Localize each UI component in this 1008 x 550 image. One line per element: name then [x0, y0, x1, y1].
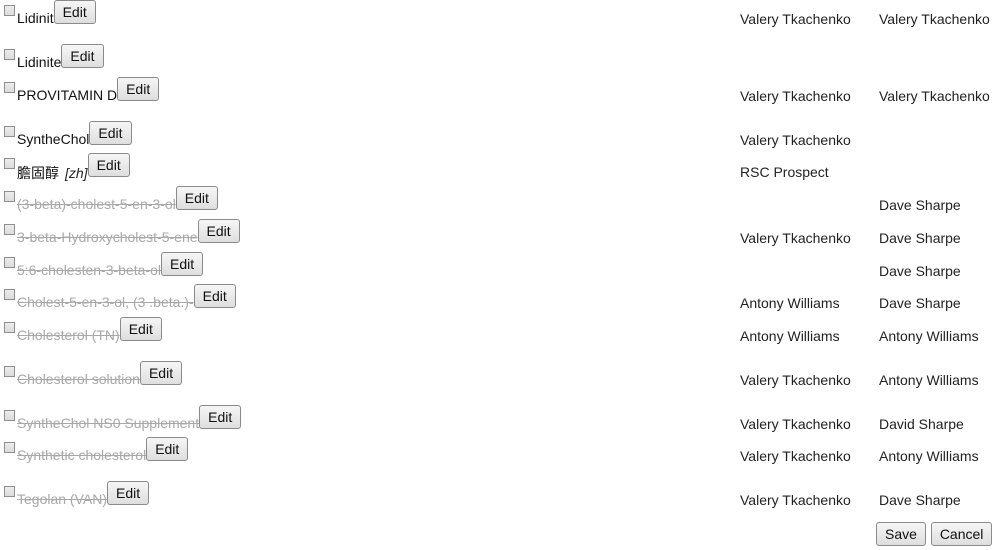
synonym-row: 膽固醇 [zh] Edit RSC Prospect	[2, 153, 999, 190]
synonym-name: Lidinit	[17, 10, 54, 26]
synonym-name: 3-beta-Hydroxycholest-5-ene	[17, 229, 198, 245]
approver-cell	[879, 157, 999, 190]
synonym-name-cell: (3-beta)-cholest-5-en-3-ol Edit	[2, 186, 740, 223]
approver-cell: Antony Williams	[879, 328, 979, 344]
curator-cell: Antony Williams	[740, 328, 840, 344]
approver-cell: Dave Sharpe	[879, 197, 961, 213]
synonym-row: 5:6-cholesten-3-beta-ol Edit Dave Sharpe	[2, 252, 999, 288]
synonym-checkbox[interactable]	[4, 366, 15, 377]
synonym-name-cell: 3-beta-Hydroxycholest-5-ene Edit	[2, 219, 740, 256]
curator-cell	[740, 190, 879, 223]
edit-button[interactable]: Edit	[61, 44, 104, 68]
edit-button[interactable]: Edit	[89, 121, 132, 145]
curator-cell: Valery Tkachenko	[740, 132, 851, 148]
curator-cell: Valery Tkachenko	[740, 11, 851, 27]
curator-cell: Valery Tkachenko	[740, 372, 851, 388]
curator-cell: Valery Tkachenko	[740, 416, 851, 432]
synonym-name: SyntheChol	[17, 131, 90, 147]
curator-cell: Valery Tkachenko	[740, 230, 851, 246]
synonym-name-cell: Lidinit Edit	[2, 0, 740, 48]
synonym-name: (3-beta)-cholest-5-en-3-ol	[17, 196, 176, 212]
approver-cell: Antony Williams	[879, 372, 979, 388]
edit-button[interactable]: Edit	[197, 219, 240, 243]
curator-cell: Antony Williams	[740, 295, 840, 311]
edit-button[interactable]: Edit	[87, 153, 130, 177]
synonym-checkbox[interactable]	[4, 224, 15, 235]
synonym-name: Cholesterol solution	[17, 371, 140, 387]
synonym-name-cell: Cholest-5-en-3-ol, (3 .beta.)- Edit	[2, 284, 740, 321]
synonym-name-cell: Tegolan (VAN) Edit	[2, 481, 740, 515]
synonym-name: Cholesterol (TN)	[17, 327, 120, 343]
synonym-checkbox[interactable]	[4, 289, 15, 300]
synonym-row: (3-beta)-cholest-5-en-3-ol Edit Dave Shar…	[2, 186, 999, 223]
edit-button[interactable]: Edit	[117, 77, 160, 101]
curator-cell: Valery Tkachenko	[740, 448, 851, 464]
synonym-checkbox[interactable]	[4, 322, 15, 333]
curator-cell: RSC Prospect	[740, 164, 829, 180]
synonym-name-cell: Synthetic cholesterol Edit	[2, 437, 740, 485]
save-button[interactable]: Save	[876, 522, 926, 546]
synonym-checkbox[interactable]	[4, 257, 15, 268]
synonym-name-cell: Cholesterol solution Edit	[2, 361, 740, 409]
synonym-row: Tegolan (VAN) Edit Valery Tkachenko Dave …	[2, 481, 999, 515]
synonym-name-cell: Lidinite Edit	[2, 44, 740, 81]
edit-button[interactable]: Edit	[199, 405, 242, 429]
approver-cell	[879, 48, 999, 81]
synonym-row: 3-beta-Hydroxycholest-5-ene Edit Valery T…	[2, 219, 999, 256]
edit-button[interactable]: Edit	[175, 186, 218, 210]
curator-cell	[740, 48, 879, 81]
synonym-checkbox[interactable]	[4, 410, 15, 421]
synonym-name: Tegolan (VAN)	[17, 491, 108, 507]
synonym-row: SyntheChol Edit Valery Tkachenko	[2, 121, 999, 157]
edit-button[interactable]: Edit	[53, 0, 96, 24]
synonym-checkbox[interactable]	[4, 49, 15, 60]
synonym-name: 5:6-cholesten-3-beta-ol	[17, 262, 161, 278]
synonym-checkbox[interactable]	[4, 442, 15, 453]
approver-cell: Dave Sharpe	[879, 230, 961, 246]
edit-button[interactable]: Edit	[146, 437, 189, 461]
synonym-name-cell: SyntheChol NS0 Supplement Edit	[2, 405, 740, 441]
synonym-name-cell: 膽固醇 [zh] Edit	[2, 153, 740, 190]
curator-cell: Valery Tkachenko	[740, 88, 851, 104]
synonym-checkbox[interactable]	[4, 486, 15, 497]
approver-cell: Antony Williams	[879, 448, 979, 464]
synonym-checkbox[interactable]	[4, 158, 15, 169]
synonym-row: Lidinit Edit Valery Tkachenko Valery Tkac…	[2, 0, 999, 48]
synonym-row: Cholesterol (TN) Edit Antony Williams Ant…	[2, 317, 999, 365]
curator-cell	[740, 256, 879, 288]
synonym-name: Cholest-5-en-3-ol, (3 .beta.)-	[17, 294, 194, 310]
synonym-name: PROVITAMIN D	[17, 87, 118, 103]
language-tag: [zh]	[65, 165, 88, 181]
synonym-checkbox[interactable]	[4, 126, 15, 137]
approver-cell: Dave Sharpe	[879, 492, 961, 508]
synonym-name-cell: Cholesterol (TN) Edit	[2, 317, 740, 365]
approver-cell: David Sharpe	[879, 416, 964, 432]
edit-button[interactable]: Edit	[139, 361, 183, 385]
synonym-checkbox[interactable]	[4, 82, 15, 93]
synonym-name-cell: 5:6-cholesten-3-beta-ol Edit	[2, 252, 740, 288]
synonym-row: PROVITAMIN D Edit Valery Tkachenko Valery…	[2, 77, 999, 125]
approver-cell: Dave Sharpe	[879, 263, 961, 279]
edit-button[interactable]: Edit	[119, 317, 162, 341]
approver-cell	[879, 125, 999, 157]
approver-cell: Valery Tkachenko	[879, 11, 990, 27]
synonym-name: 膽固醇	[17, 165, 59, 181]
edit-button[interactable]: Edit	[107, 481, 150, 505]
synonym-name: Synthetic cholesterol	[17, 447, 147, 463]
synonym-name: SyntheChol NS0 Supplement	[17, 415, 200, 431]
synonyms-table: Lidinit Edit Valery Tkachenko Valery Tkac…	[2, 0, 999, 515]
synonym-row: Cholesterol solution Edit Valery Tkachenk…	[2, 361, 999, 409]
synonym-name: Lidinite	[17, 54, 62, 70]
synonym-checkbox[interactable]	[4, 5, 15, 16]
approver-cell: Valery Tkachenko	[879, 88, 990, 104]
edit-button[interactable]: Edit	[160, 252, 204, 276]
curator-cell: Valery Tkachenko	[740, 492, 851, 508]
form-actions: Save Cancel	[876, 522, 993, 546]
synonym-checkbox[interactable]	[4, 191, 15, 202]
synonym-name-cell: PROVITAMIN D Edit	[2, 77, 740, 125]
synonym-row: Synthetic cholesterol Edit Valery Tkachen…	[2, 437, 999, 485]
approver-cell: Dave Sharpe	[879, 295, 961, 311]
edit-button[interactable]: Edit	[193, 284, 236, 308]
cancel-button[interactable]: Cancel	[930, 522, 993, 546]
